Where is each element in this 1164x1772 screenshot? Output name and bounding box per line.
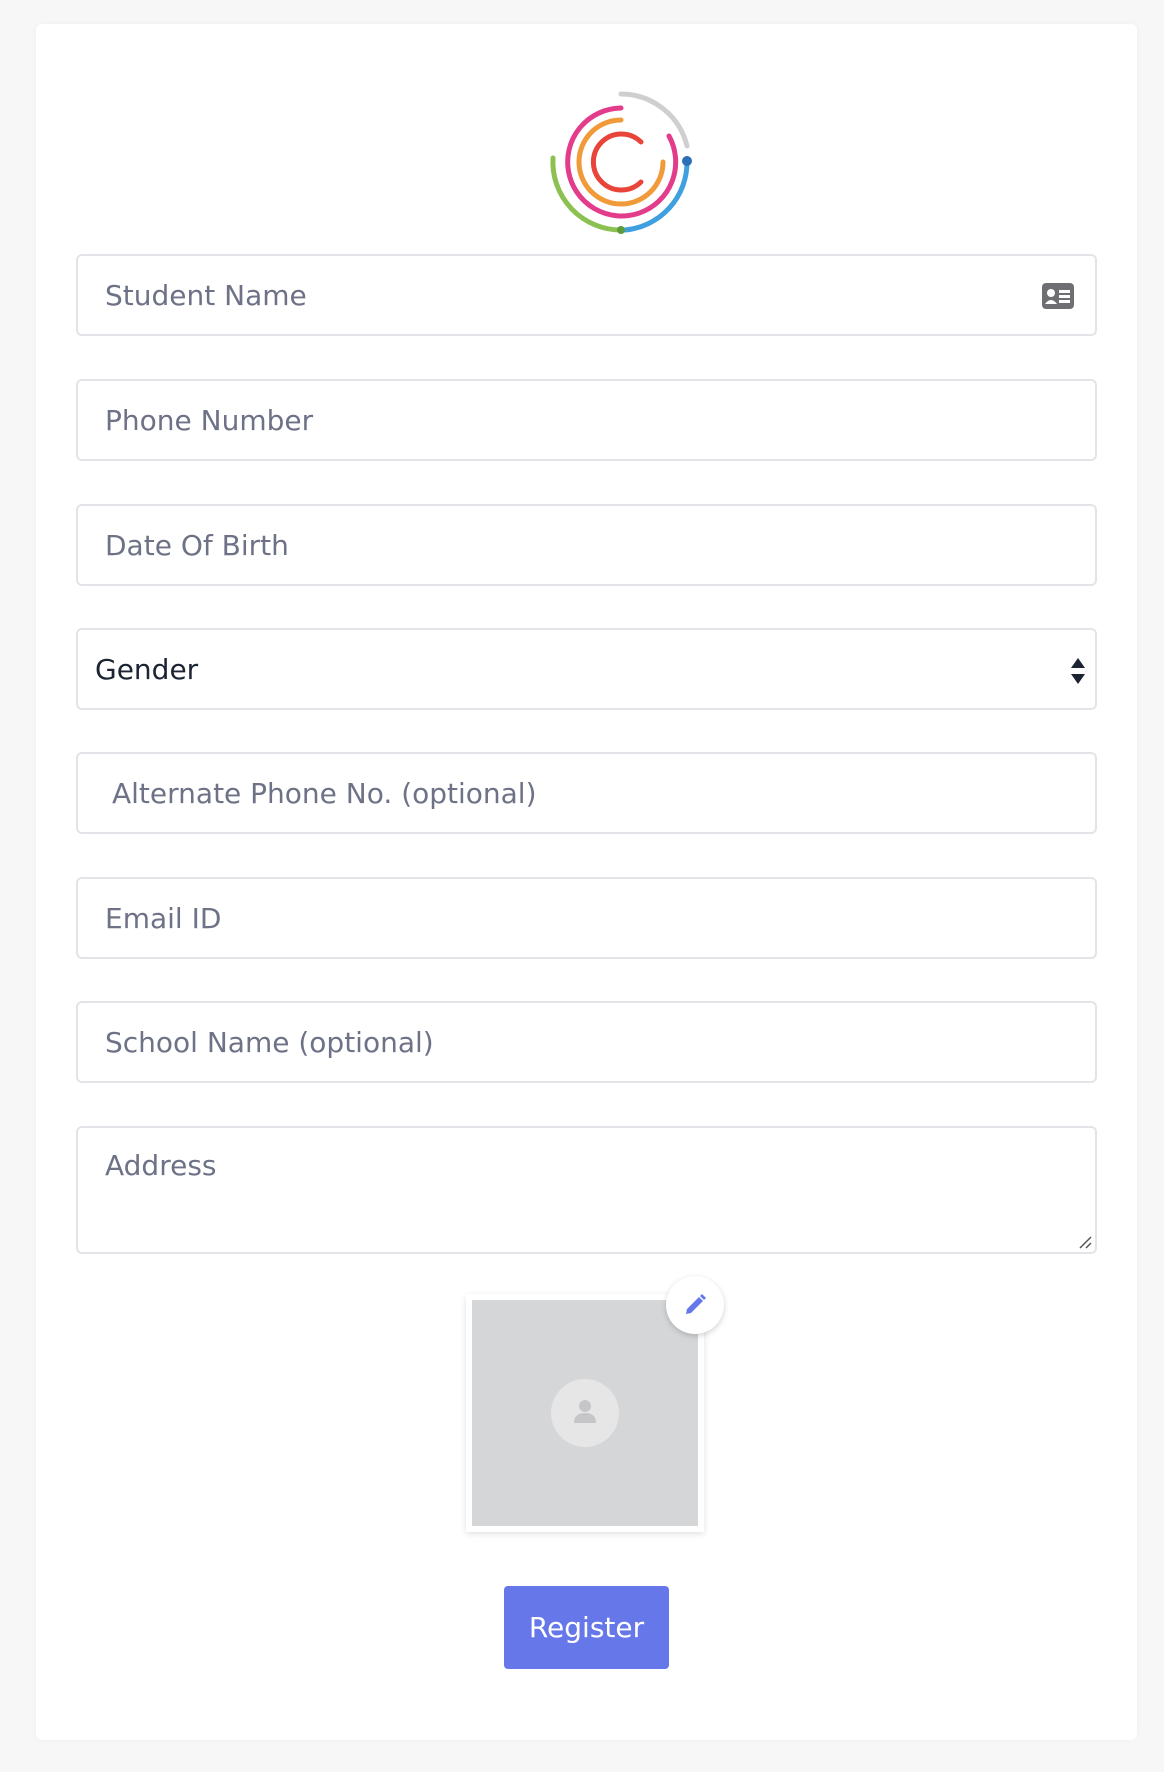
edit-photo-button[interactable] — [666, 1276, 724, 1334]
date-of-birth-field[interactable]: Date Of Birth — [76, 504, 1097, 586]
alternate-phone-placeholder: Alternate Phone No. (optional) — [112, 777, 537, 810]
avatar — [551, 1379, 619, 1447]
user-icon — [574, 1400, 596, 1423]
gender-selected-value: Gender — [95, 653, 199, 686]
alternate-phone-field[interactable]: Alternate Phone No. (optional) — [76, 752, 1097, 834]
registration-card: Student Name Phone Number Date Of Birth … — [36, 24, 1137, 1740]
photo-placeholder — [472, 1300, 698, 1526]
id-card-icon — [1042, 283, 1074, 309]
logo-icon — [550, 91, 692, 234]
register-button[interactable]: Register — [504, 1586, 669, 1669]
address-placeholder: Address — [105, 1149, 217, 1182]
phone-number-placeholder: Phone Number — [105, 404, 314, 437]
resize-handle-icon[interactable] — [1077, 1234, 1093, 1250]
email-field[interactable]: Email ID — [76, 877, 1097, 959]
select-arrows-icon — [1071, 658, 1085, 684]
school-name-field[interactable]: School Name (optional) — [76, 1001, 1097, 1083]
school-name-placeholder: School Name (optional) — [105, 1026, 434, 1059]
date-of-birth-placeholder: Date Of Birth — [105, 529, 289, 562]
phone-number-field[interactable]: Phone Number — [76, 379, 1097, 461]
pencil-icon — [686, 1294, 706, 1314]
student-name-placeholder: Student Name — [105, 279, 307, 312]
address-textarea[interactable]: Address — [76, 1126, 1097, 1254]
student-name-field[interactable]: Student Name — [76, 254, 1097, 336]
photo-upload[interactable] — [466, 1294, 704, 1532]
gender-select[interactable]: Gender — [76, 628, 1097, 710]
email-placeholder: Email ID — [105, 902, 222, 935]
